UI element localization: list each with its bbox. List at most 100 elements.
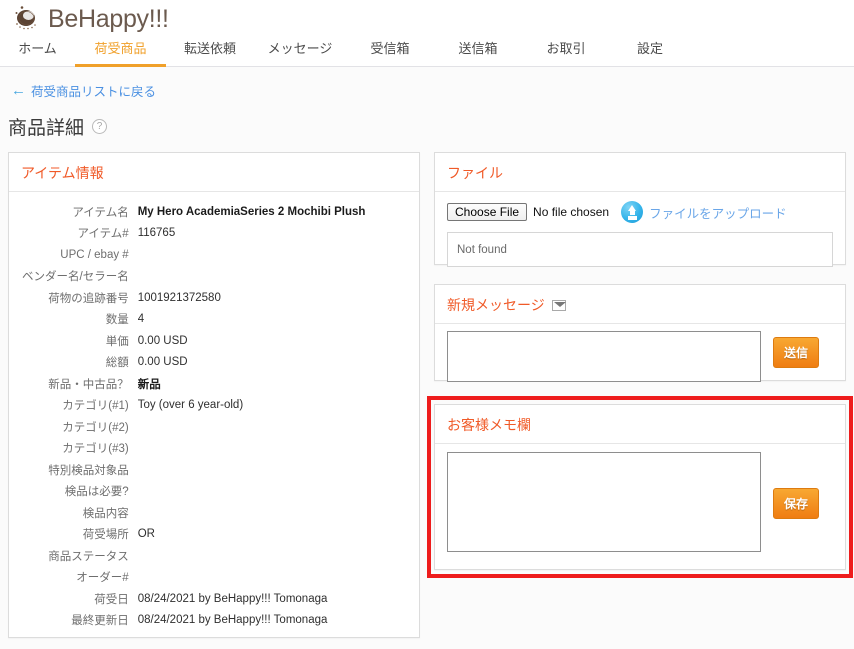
help-circle-icon[interactable]: ? bbox=[92, 119, 108, 134]
file-list-empty: Not found bbox=[447, 232, 833, 267]
item-panel-body: アイテム名 My Hero AcademiaSeries 2 Mochibi Pl… bbox=[9, 192, 419, 643]
row-label: 総額 bbox=[105, 357, 129, 370]
page-title: 商品詳細 ? bbox=[8, 113, 108, 140]
memo-panel-body: 保存 bbox=[435, 444, 845, 564]
nav-item-transactions[interactable]: お取引 bbox=[522, 38, 610, 67]
nav-label: 転送依頼 bbox=[183, 41, 236, 56]
row-value: OR bbox=[137, 528, 155, 541]
row-label: 単価 bbox=[105, 335, 129, 348]
row-label: カテゴリ(#2) bbox=[62, 421, 129, 434]
envelope-icon bbox=[551, 299, 566, 311]
file-list-empty-label: Not found bbox=[457, 243, 507, 256]
table-row: 荷物の追跡番号 1001921372580 bbox=[21, 287, 407, 309]
table-row: 荷受日 08/24/2021 by BeHappy!!! Tomonaga bbox=[21, 588, 407, 610]
table-row: アイテム# 116765 bbox=[21, 223, 407, 245]
row-label: ベンダー名/セラー名 bbox=[22, 271, 129, 284]
row-value bbox=[137, 567, 407, 589]
row-label: アイテム名 bbox=[72, 206, 129, 219]
row-value bbox=[137, 545, 407, 567]
table-row: カテゴリ(#1) Toy (over 6 year-old) bbox=[21, 395, 407, 417]
row-value: 0.00 USD bbox=[137, 356, 188, 369]
row-label: 検品内容 bbox=[82, 507, 129, 520]
upload-circle-icon[interactable] bbox=[621, 201, 644, 223]
row-label: アイテム# bbox=[77, 228, 129, 241]
row-label: UPC / ebay # bbox=[60, 248, 129, 261]
row-label: 荷受日 bbox=[94, 593, 129, 606]
table-row: 最終更新日 08/24/2021 by BeHappy!!! Tomonaga bbox=[21, 610, 407, 632]
nav-item-settings[interactable]: 設定 bbox=[610, 38, 690, 67]
send-message-button[interactable]: 送信 bbox=[773, 337, 820, 368]
back-link-label: 荷受商品リストに戻る bbox=[31, 85, 157, 99]
nav-item-home[interactable]: ホーム bbox=[0, 38, 75, 67]
table-row: 新品・中古品？ 新品 bbox=[21, 373, 407, 395]
upload-file-link[interactable]: ファイルをアップロード bbox=[649, 203, 787, 222]
row-value: 1001921372580 bbox=[137, 291, 221, 304]
row-value bbox=[137, 266, 407, 288]
page-root: BeHappy!!! ホーム 荷受商品 転送依頼 メッセージ 受信箱 送信箱 お… bbox=[0, 0, 854, 649]
row-value bbox=[137, 459, 407, 481]
row-label: カテゴリ(#1) bbox=[62, 400, 129, 413]
coffee-bean-logo-icon bbox=[12, 4, 42, 34]
brand-logo[interactable]: BeHappy!!! bbox=[12, 4, 169, 34]
row-label: 数量 bbox=[105, 314, 129, 327]
nav-item-inbox[interactable]: 受信箱 bbox=[346, 38, 434, 67]
nav-item-forward-request[interactable]: 転送依頼 bbox=[166, 38, 254, 67]
file-panel-body: Choose File No file chosen ファイルをアップロード N… bbox=[435, 192, 845, 279]
nav-item-outbox[interactable]: 送信箱 bbox=[434, 38, 522, 67]
customer-memo-panel: お客様メモ欄 保存 bbox=[434, 404, 846, 570]
row-value: 4 bbox=[137, 313, 145, 326]
row-label: カテゴリ(#3) bbox=[62, 443, 129, 456]
item-panel-heading-label: アイテム情報 bbox=[21, 165, 104, 181]
row-value bbox=[137, 244, 407, 266]
nav-label: メッセージ bbox=[267, 41, 333, 56]
row-label: 新品・中古品？ bbox=[48, 378, 129, 391]
arrow-left-icon: ← bbox=[11, 81, 26, 99]
new-message-panel: 新規メッセージ 送信 bbox=[434, 284, 846, 382]
table-row: 検品内容 bbox=[21, 502, 407, 524]
memo-panel-heading: お客様メモ欄 bbox=[435, 405, 845, 444]
row-value bbox=[137, 416, 407, 438]
nav-label: 設定 bbox=[636, 41, 663, 56]
page-title-label: 商品詳細 bbox=[8, 118, 85, 139]
row-value: 08/24/2021 by BeHappy!!! Tomonaga bbox=[137, 592, 328, 605]
row-label: 特別検品対象品 bbox=[48, 464, 129, 477]
nav-item-messages[interactable]: メッセージ bbox=[254, 38, 346, 67]
app-header: BeHappy!!! ホーム 荷受商品 転送依頼 メッセージ 受信箱 送信箱 お… bbox=[0, 0, 854, 67]
nav-item-received-items[interactable]: 荷受商品 bbox=[75, 38, 166, 67]
table-row: 検品は必要? bbox=[21, 481, 407, 503]
row-value: My Hero AcademiaSeries 2 Mochibi Plush bbox=[137, 205, 366, 218]
row-value bbox=[137, 502, 407, 524]
nav-label: 荷受商品 bbox=[94, 41, 147, 56]
row-label: 検品は必要? bbox=[64, 486, 129, 499]
row-label: オーダー# bbox=[76, 572, 129, 585]
nav-label: お取引 bbox=[546, 41, 586, 56]
memo-panel-heading-label: お客様メモ欄 bbox=[447, 417, 531, 433]
table-row: オーダー# bbox=[21, 567, 407, 589]
choose-file-button[interactable]: Choose File bbox=[447, 203, 528, 221]
table-row: 数量 4 bbox=[21, 309, 407, 331]
memo-textarea[interactable] bbox=[447, 452, 761, 552]
message-panel-heading: 新規メッセージ bbox=[435, 285, 845, 324]
no-file-chosen-label: No file chosen bbox=[533, 205, 610, 219]
table-row: 総額 0.00 USD bbox=[21, 352, 407, 374]
table-row: カテゴリ(#3) bbox=[21, 438, 407, 460]
message-textarea[interactable] bbox=[447, 331, 761, 382]
table-row: 単価 0.00 USD bbox=[21, 330, 407, 352]
main-nav: ホーム 荷受商品 転送依頼 メッセージ 受信箱 送信箱 お取引 設定 bbox=[0, 38, 854, 67]
item-details-table: アイテム名 My Hero AcademiaSeries 2 Mochibi Pl… bbox=[21, 201, 407, 631]
file-panel-heading: ファイル bbox=[435, 153, 845, 192]
row-label: 商品ステータス bbox=[48, 550, 129, 563]
nav-label: 受信箱 bbox=[370, 41, 410, 56]
file-chooser-row: Choose File No file chosen ファイルをアップロード bbox=[447, 201, 833, 223]
nav-label: 送信箱 bbox=[458, 41, 498, 56]
save-memo-button[interactable]: 保存 bbox=[773, 488, 820, 519]
message-panel-heading-label: 新規メッセージ bbox=[447, 297, 545, 313]
table-row: 荷受場所 OR bbox=[21, 524, 407, 546]
row-value: 0.00 USD bbox=[137, 334, 188, 347]
nav-label: ホーム bbox=[18, 41, 57, 56]
back-to-list-link[interactable]: ← 荷受商品リストに戻る bbox=[11, 81, 156, 100]
file-panel-heading-label: ファイル bbox=[447, 165, 503, 181]
table-row: アイテム名 My Hero AcademiaSeries 2 Mochibi Pl… bbox=[21, 201, 407, 223]
row-value bbox=[137, 438, 407, 460]
row-value: 116765 bbox=[137, 227, 176, 240]
